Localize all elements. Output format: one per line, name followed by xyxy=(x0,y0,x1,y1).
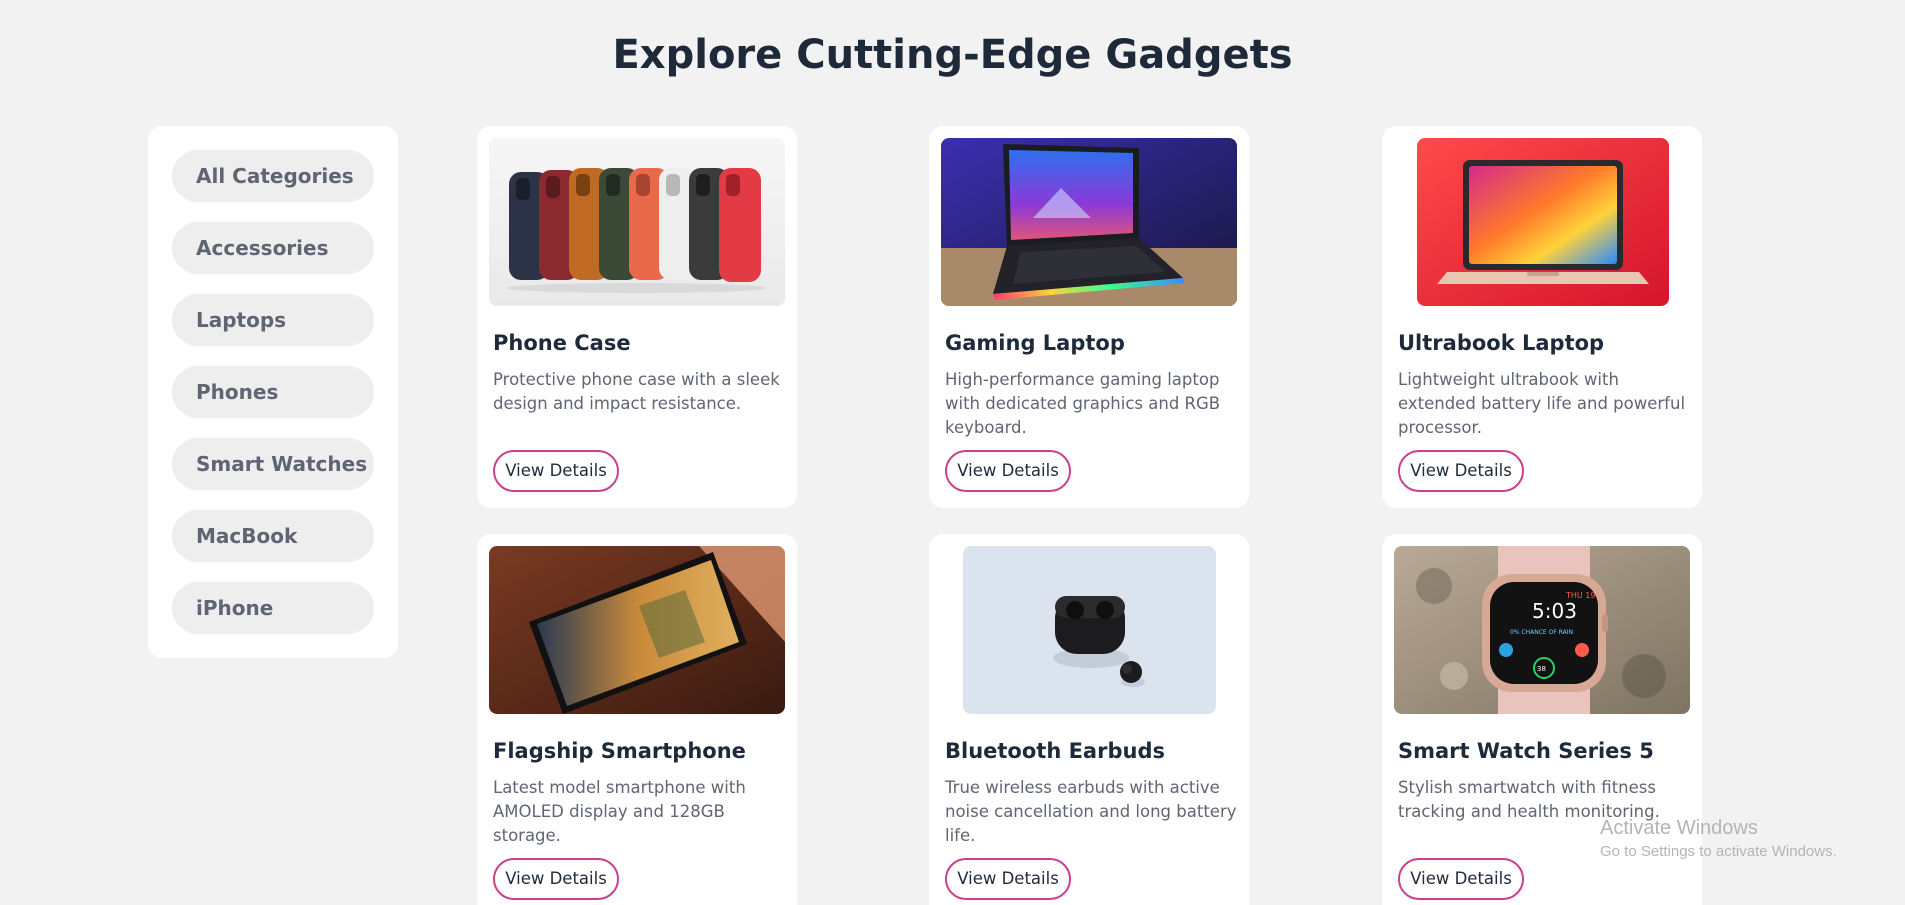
category-accessories[interactable]: Accessories xyxy=(172,222,374,274)
view-details-button[interactable]: View Details xyxy=(1398,858,1524,900)
product-description: High-performance gaming laptop with dedi… xyxy=(945,370,1221,437)
category-all-categories[interactable]: All Categories xyxy=(172,150,374,202)
page-title: Explore Cutting-Edge Gadgets xyxy=(612,32,1293,78)
earbuds-image xyxy=(963,546,1216,714)
phone-cases-illustration xyxy=(489,138,785,306)
activate-windows-watermark: Activate Windows Go to Settings to activ… xyxy=(1600,817,1837,860)
category-laptops[interactable]: Laptops xyxy=(172,294,374,346)
earbuds-illustration xyxy=(963,546,1216,714)
category-phones[interactable]: Phones xyxy=(172,366,374,418)
smartwatch-illustration: THU 19 5:03 0% CHANCE OF RAIN 38 xyxy=(1394,546,1690,714)
category-macbook[interactable]: MacBook xyxy=(172,510,374,562)
product-card: Gaming Laptop High-performance gaming la… xyxy=(929,126,1249,508)
view-details-button[interactable]: View Details xyxy=(1398,450,1524,492)
product-card: Phone Case Protective phone case with a … xyxy=(477,126,797,508)
ultrabook-image xyxy=(1417,138,1669,306)
smartphone-image xyxy=(489,546,785,714)
watch-ring: 38 xyxy=(1537,665,1546,673)
page: Explore Cutting-Edge Gadgets All Categor… xyxy=(0,0,1905,905)
view-details-button[interactable]: View Details xyxy=(945,450,1071,492)
category-iphone[interactable]: iPhone xyxy=(172,582,374,634)
watch-rain: 0% CHANCE OF RAIN xyxy=(1510,629,1573,636)
product-card: Bluetooth Earbuds True wireless earbuds … xyxy=(929,534,1249,905)
watermark-subtitle: Go to Settings to activate Windows. xyxy=(1600,843,1837,860)
product-description: Lightweight ultrabook with extended batt… xyxy=(1398,370,1686,437)
product-description: True wireless earbuds with active noise … xyxy=(945,778,1237,845)
product-title: Phone Case xyxy=(493,331,631,355)
product-title: Flagship Smartphone xyxy=(493,739,746,763)
view-details-button[interactable]: View Details xyxy=(945,858,1071,900)
phone-cases-image xyxy=(489,138,785,306)
product-card: Ultrabook Laptop Lightweight ultrabook w… xyxy=(1382,126,1702,508)
product-description: Latest model smartphone with AMOLED disp… xyxy=(493,778,746,845)
category-smart-watches[interactable]: Smart Watches xyxy=(172,438,374,490)
category-sidebar: All Categories Accessories Laptops Phone… xyxy=(148,126,398,658)
product-title: Gaming Laptop xyxy=(945,331,1125,355)
watch-time: 5:03 xyxy=(1532,599,1577,623)
view-details-button[interactable]: View Details xyxy=(493,858,619,900)
gaming-laptop-image xyxy=(941,138,1237,306)
ultrabook-illustration xyxy=(1417,138,1669,306)
smartphone-illustration xyxy=(489,546,785,714)
watermark-title: Activate Windows xyxy=(1600,817,1758,839)
product-card: Flagship Smartphone Latest model smartph… xyxy=(477,534,797,905)
smartwatch-image: THU 19 5:03 0% CHANCE OF RAIN 38 xyxy=(1394,546,1690,714)
product-title: Smart Watch Series 5 xyxy=(1398,739,1654,763)
gaming-laptop-illustration xyxy=(941,138,1237,306)
product-title: Bluetooth Earbuds xyxy=(945,739,1165,763)
view-details-button[interactable]: View Details xyxy=(493,450,619,492)
product-title: Ultrabook Laptop xyxy=(1398,331,1605,355)
product-description: Protective phone case with a sleek desig… xyxy=(493,370,780,413)
